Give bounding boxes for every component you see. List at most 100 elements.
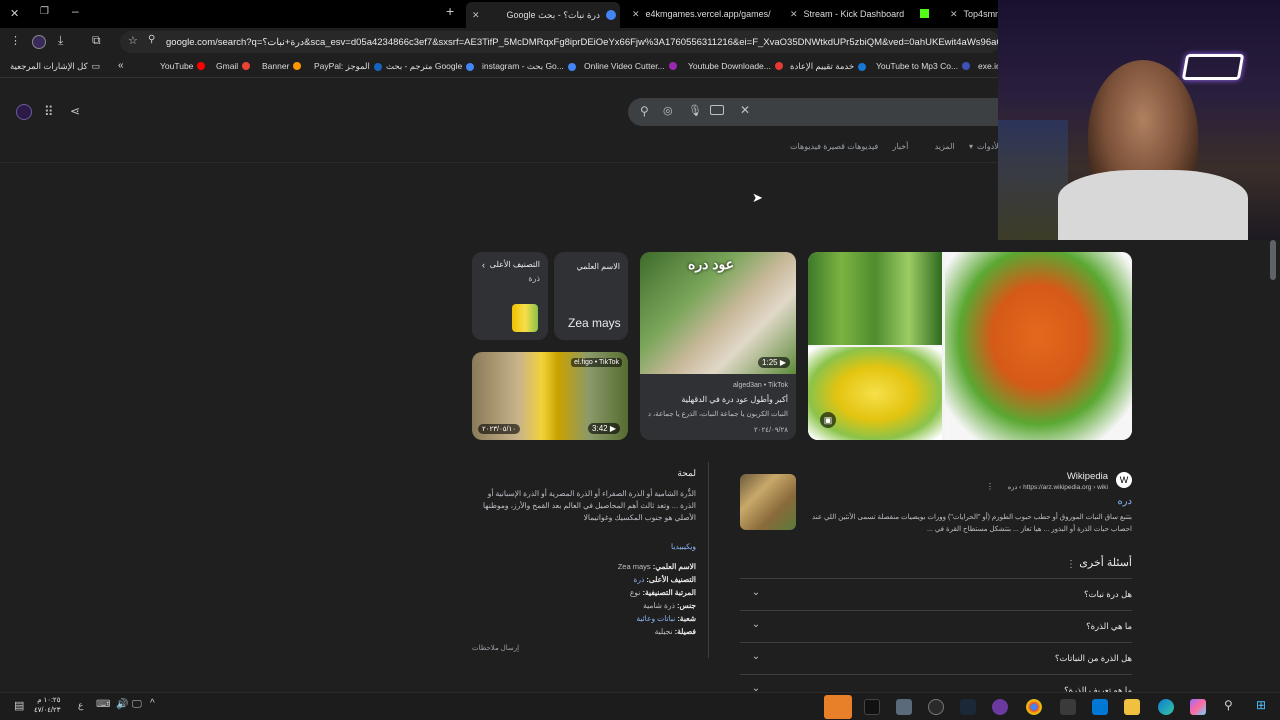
edge-icon[interactable] bbox=[1158, 699, 1174, 715]
bookmark-instagram[interactable]: instagram - بحث Go... bbox=[482, 61, 576, 72]
paa-menu-icon[interactable]: ⋮ bbox=[1066, 559, 1076, 570]
paa-question[interactable]: ⌄ هل الذرة من النباتات؟ bbox=[740, 642, 1132, 674]
downloader-icon bbox=[774, 62, 783, 70]
kick-favicon-icon bbox=[920, 9, 929, 18]
chevron-down-icon: ⌄ bbox=[751, 651, 761, 662]
lens-icon[interactable]: ◎ bbox=[663, 104, 673, 117]
chevron-down-icon: ⌄ bbox=[751, 587, 761, 598]
tiktok-icon[interactable] bbox=[864, 699, 880, 715]
filter-news[interactable]: أخبار bbox=[892, 142, 908, 151]
download-icon[interactable]: ⤓ bbox=[58, 33, 63, 48]
chrome-icon[interactable] bbox=[1026, 699, 1042, 715]
close-window-icon[interactable]: ✕ bbox=[10, 7, 19, 20]
notification-icon[interactable]: ▤ bbox=[14, 699, 24, 712]
feedback-link[interactable]: إرسال ملاحظات bbox=[472, 644, 519, 652]
bookmark-video-cutter[interactable]: Online Video Cutter... bbox=[584, 61, 677, 71]
bookmark-all[interactable]: كل الإشارات المرجعية ▭ bbox=[10, 61, 100, 72]
chevron-left-icon[interactable]: « bbox=[118, 60, 124, 71]
app-icon[interactable] bbox=[824, 695, 852, 719]
orange-corn-image bbox=[945, 252, 1132, 440]
minimize-icon[interactable]: – bbox=[72, 4, 79, 18]
close-tab-icon[interactable]: ✕ bbox=[790, 9, 798, 20]
result-title[interactable]: دره bbox=[900, 496, 1132, 507]
extensions-icon[interactable]: ⧉ bbox=[92, 33, 101, 48]
search-icon[interactable]: ⚲ bbox=[1224, 698, 1233, 712]
file-explorer-icon[interactable] bbox=[1124, 699, 1140, 715]
tab-kick-dashboard[interactable]: ✕ Stream - Kick Dashboard bbox=[784, 4, 924, 24]
bookmark-yt-downloader[interactable]: Youtube Downloade... bbox=[688, 61, 783, 71]
result-menu-icon[interactable]: ⋮ bbox=[986, 482, 994, 491]
overview-title: لمحة bbox=[677, 468, 696, 478]
bookmark-paypal[interactable]: PayPal: الموجز bbox=[314, 61, 382, 72]
profile-avatar[interactable] bbox=[32, 35, 46, 49]
close-tab-icon[interactable]: ✕ bbox=[472, 10, 480, 21]
paa-question[interactable]: ⌄ هل درة نبات؟ bbox=[740, 578, 1132, 610]
neon-sign-icon bbox=[1181, 54, 1245, 80]
filter-videos[interactable]: فيديوهات bbox=[790, 142, 821, 151]
app-icon[interactable] bbox=[896, 699, 912, 715]
video-card-tiktok-1[interactable]: عود دره 1:25 ▶ alged3an • TikTok أكبر وأ… bbox=[640, 252, 796, 440]
language-indicator[interactable]: ع bbox=[78, 700, 83, 711]
outlook-icon[interactable] bbox=[1092, 699, 1108, 715]
keyboard-icon[interactable]: ⌨ bbox=[96, 699, 110, 710]
bookmark-gmail[interactable]: Gmail bbox=[216, 61, 251, 71]
google-icon bbox=[567, 62, 576, 71]
paypal-icon bbox=[373, 62, 382, 71]
google-favicon-icon bbox=[606, 10, 616, 20]
close-tab-icon[interactable]: ✕ bbox=[632, 9, 640, 20]
streamer-shirt bbox=[1058, 170, 1248, 240]
clock[interactable]: ١٠:٢٥ م ٤٧/٠٤/٢٣ bbox=[34, 696, 60, 716]
scientific-name-card[interactable]: الاسم العلمي Zea mays bbox=[554, 252, 628, 340]
network-icon[interactable]: 🖵 bbox=[132, 699, 142, 710]
image-search-icon[interactable]: ▣ bbox=[820, 412, 836, 428]
youtube-icon bbox=[197, 62, 206, 70]
copilot-icon[interactable] bbox=[1190, 699, 1206, 715]
obs-icon[interactable] bbox=[928, 699, 944, 715]
search-input[interactable]: ⚲ ◎ 🎙 ✕ bbox=[628, 98, 1008, 126]
bookmark-youtube[interactable]: YouTube bbox=[160, 61, 206, 71]
app-icon[interactable] bbox=[1060, 699, 1076, 715]
app-icon[interactable] bbox=[992, 699, 1008, 715]
share-icon[interactable]: ⋖ bbox=[70, 104, 80, 118]
paa-question[interactable]: ⌄ ما هي الذرة؟ bbox=[740, 610, 1132, 642]
bookmark-star-icon[interactable]: ☆ bbox=[128, 34, 138, 47]
windows-start-icon[interactable]: ⊞ bbox=[1256, 698, 1266, 712]
account-avatar[interactable] bbox=[16, 104, 32, 120]
result-site-name: Wikipedia bbox=[1066, 471, 1108, 482]
filter-more[interactable]: المزيد bbox=[935, 142, 955, 151]
filter-shorts[interactable]: فيديوهات قصيرة bbox=[823, 142, 878, 151]
tab-google-search[interactable]: ✕ درة نبات؟ - بحث Google bbox=[466, 2, 620, 28]
bookmark-translate[interactable]: مترجم - بحث Google bbox=[386, 61, 475, 72]
restore-icon[interactable]: ❐ bbox=[40, 6, 49, 17]
tray-chevron-up-icon[interactable]: ^ bbox=[150, 698, 155, 709]
wikipedia-link[interactable]: ويكيبيديا bbox=[472, 542, 696, 551]
video-thumbnail-tiktok-2[interactable]: el.figo • TikTok 3:42 ▶ ٢٠٢٣/٠٥/١٠ bbox=[472, 352, 628, 440]
bookmark-yt-mp3[interactable]: YouTube to Mp3 Co... bbox=[876, 61, 971, 71]
mp3-icon bbox=[962, 62, 971, 70]
steam-icon[interactable] bbox=[960, 699, 976, 715]
bookmark-rating[interactable]: خدمة تقييم الإعادة bbox=[790, 61, 867, 72]
site-info-icon[interactable]: ⚲ bbox=[148, 34, 155, 45]
tab-e4kmgames[interactable]: ✕ e4kmgames.vercel.app/games/ bbox=[626, 4, 776, 24]
bookmark-banner[interactable]: Banner bbox=[262, 61, 302, 71]
close-tab-icon[interactable]: ✕ bbox=[950, 9, 958, 20]
mic-icon[interactable]: 🎙 bbox=[688, 104, 702, 117]
folder-icon: ▭ bbox=[91, 61, 101, 71]
google-icon bbox=[466, 62, 475, 71]
scrollbar[interactable] bbox=[1270, 240, 1276, 280]
wiki-thumbnail[interactable] bbox=[740, 474, 796, 530]
corn-image-gallery[interactable]: ▣ bbox=[808, 252, 1132, 440]
search-icon[interactable]: ⚲ bbox=[640, 104, 649, 118]
apps-grid-icon[interactable]: ⠿ bbox=[44, 104, 54, 120]
menu-kebab-icon[interactable]: ⋮ bbox=[10, 34, 21, 47]
classification-card[interactable]: التصنيف الأعلى ‹ ذرة bbox=[472, 252, 548, 340]
chevron-down-icon: ⌄ bbox=[751, 619, 761, 630]
new-tab-button[interactable]: + bbox=[446, 3, 454, 19]
volume-icon[interactable]: 🔊 bbox=[116, 699, 128, 710]
tab-top4smm[interactable]: ✕ Top4smm bbox=[944, 4, 998, 24]
overview-body: الذُّرة الشامية أو الذرة الصفراء أو الذر… bbox=[483, 489, 696, 522]
mouse-cursor-icon: ➤ bbox=[752, 190, 763, 205]
clear-search-icon[interactable]: ✕ bbox=[740, 103, 750, 117]
keyboard-icon[interactable] bbox=[710, 105, 724, 115]
address-bar[interactable]: ☆ ⚲ google.com/search?q=درة+نبات؟&sca_es… bbox=[120, 31, 1000, 53]
